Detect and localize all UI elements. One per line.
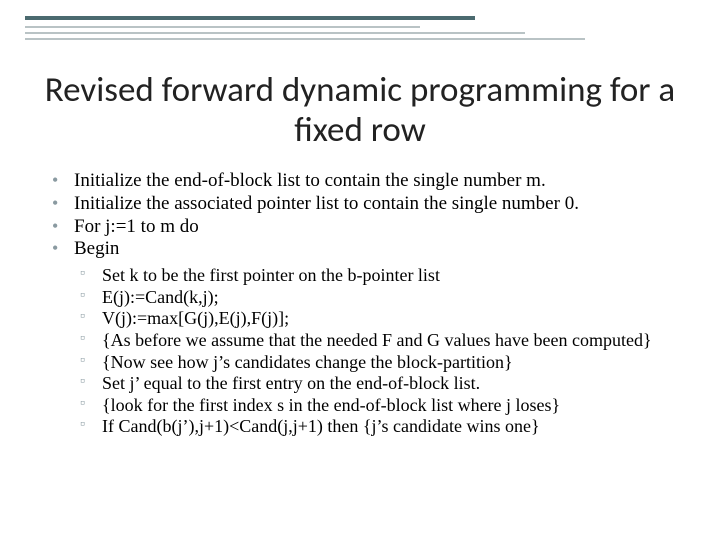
list-item-text: Initialize the end-of-block list to cont… [74,170,546,191]
list-item-text: Set j’ equal to the first entry on the e… [102,373,480,393]
decorative-rule [25,26,420,28]
list-item: Initialize the end-of-block list to cont… [52,170,680,193]
list-item: Initialize the associated pointer list t… [52,193,680,216]
slide-body: Initialize the end-of-block list to cont… [52,170,680,438]
list-item: If Cand(b(j’),j+1)<Cand(j,j+1) then {j’s… [80,416,680,438]
list-item: V(j):=max[G(j),E(j),F(j)]; [80,308,680,330]
list-item-text: Set k to be the first pointer on the b-p… [102,265,440,285]
decorative-rule [25,16,475,20]
list-item: {look for the first index s in the end-o… [80,395,680,417]
decorative-rule [25,32,525,34]
list-item-text: {Now see how j’s candidates change the b… [102,352,513,372]
bullet-list-level-2: Set k to be the first pointer on the b-p… [52,265,680,438]
decorative-rule [25,38,585,40]
list-item-text: Begin [74,238,119,259]
list-item-text: {look for the first index s in the end-o… [102,395,560,415]
list-item: Set k to be the first pointer on the b-p… [80,265,680,287]
list-item: {Now see how j’s candidates change the b… [80,352,680,374]
bullet-list-level-1: Initialize the end-of-block list to cont… [52,170,680,261]
slide-title: Revised forward dynamic programming for … [40,70,680,151]
list-item-text: If Cand(b(j’),j+1)<Cand(j,j+1) then {j’s… [102,416,540,436]
list-item-text: For j:=1 to m do [74,216,199,237]
list-item: E(j):=Cand(k,j); [80,287,680,309]
list-item: {As before we assume that the needed F a… [80,330,680,352]
slide: Revised forward dynamic programming for … [0,0,720,540]
list-item-text: Initialize the associated pointer list t… [74,193,579,214]
list-item: Set j’ equal to the first entry on the e… [80,373,680,395]
list-item: For j:=1 to m do [52,216,680,239]
list-item-text: {As before we assume that the needed F a… [102,330,652,350]
list-item-text: V(j):=max[G(j),E(j),F(j)]; [102,308,289,328]
list-item: Begin [52,238,680,261]
list-item-text: E(j):=Cand(k,j); [102,287,219,307]
